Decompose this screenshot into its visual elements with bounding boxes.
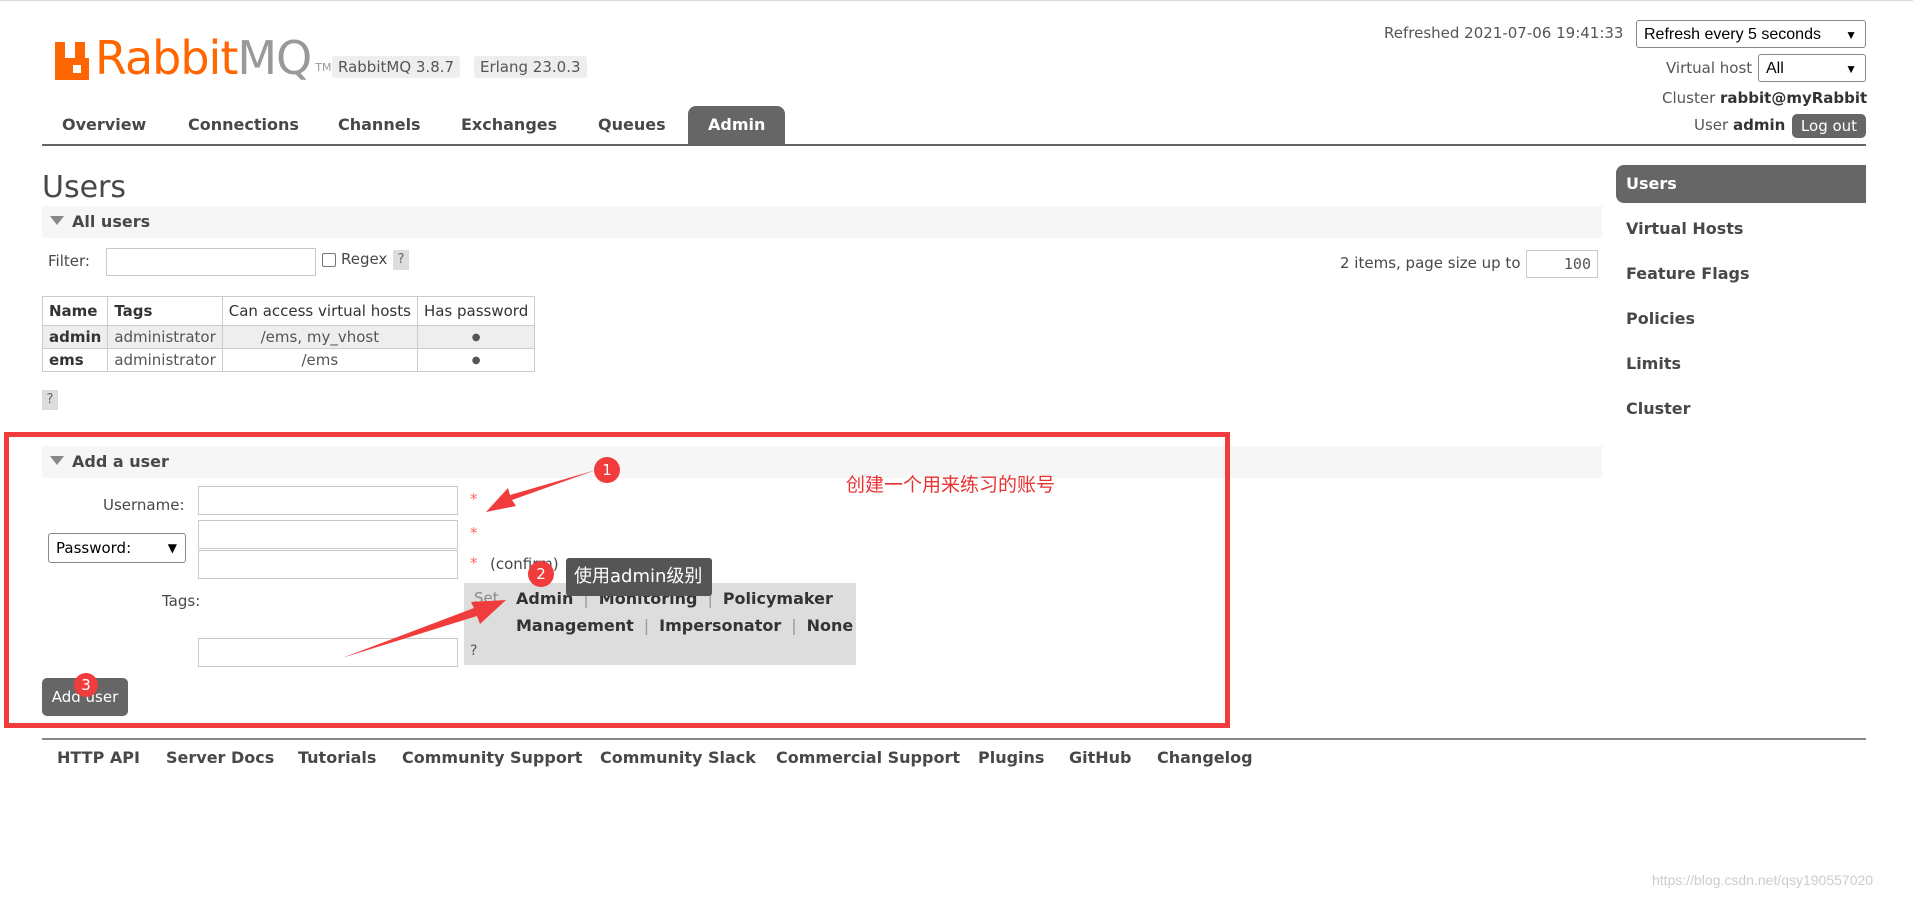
footer-link-tutorials[interactable]: Tutorials [298,748,376,767]
footer-link-github[interactable]: GitHub [1069,748,1132,767]
sidebar-item-users[interactable]: Users [1616,165,1866,203]
footer-link-community-support[interactable]: Community Support [402,748,582,767]
sidebar-item-cluster[interactable]: Cluster [1626,390,1866,428]
sidebar-item-limits[interactable]: Limits [1626,345,1866,383]
footer-link-changelog[interactable]: Changelog [1157,748,1253,767]
footer-link-plugins[interactable]: Plugins [978,748,1044,767]
footer-link-commercial-support[interactable]: Commercial Support [776,748,960,767]
arrow-2 [342,600,506,658]
footer-link-http-api[interactable]: HTTP API [57,748,140,767]
watermark: https://blog.csdn.net/qsy190557020 [1652,872,1874,888]
footer-link-community-slack[interactable]: Community Slack [600,748,756,767]
arrow-1 [486,470,596,512]
sidebar-item-virtual-hosts[interactable]: Virtual Hosts [1626,210,1866,248]
sidebar-item-policies[interactable]: Policies [1626,300,1866,338]
footer-divider [42,738,1866,740]
sidebar-item-feature-flags[interactable]: Feature Flags [1626,255,1866,293]
footer-link-server-docs[interactable]: Server Docs [166,748,274,767]
